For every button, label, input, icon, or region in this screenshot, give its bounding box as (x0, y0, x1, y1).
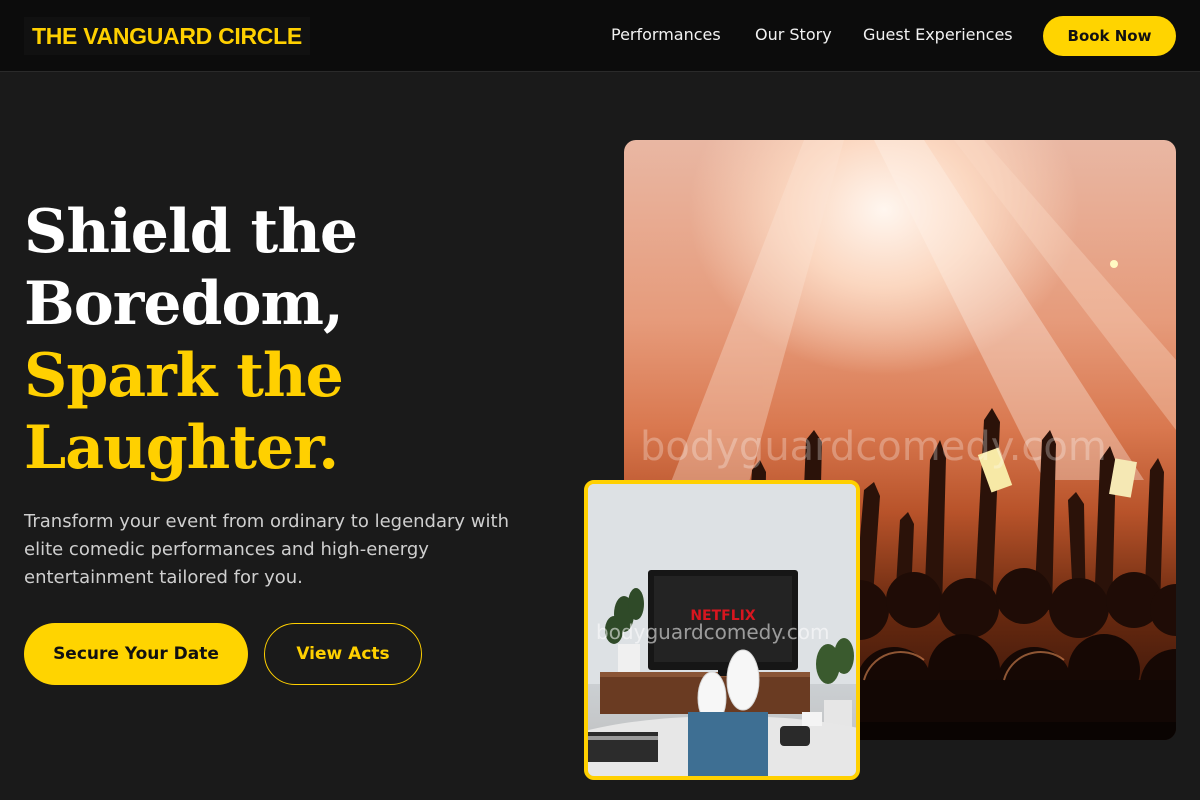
view-acts-button[interactable]: View Acts (264, 623, 422, 685)
hero-headline: Shield the Boredom, Spark the Laughter. (24, 196, 564, 484)
hero-subtext: Transform your event from ordinary to le… (24, 511, 509, 588)
inset-watermark: bodyguardcomedy.com (596, 620, 830, 644)
nav-link-performances[interactable]: Performances (611, 24, 721, 46)
headline-line-2: Boredom, (24, 269, 344, 339)
brand-logo[interactable]: THE VANGUARD CIRCLE (24, 17, 310, 55)
nav-link-guest-experiences[interactable]: Guest Experiences (863, 24, 1013, 46)
tv-lounge-image: NETFLIX bodyguardcomedy.com (584, 480, 860, 780)
book-now-button[interactable]: Book Now (1043, 16, 1176, 56)
headline-accent-line-2: Laughter. (24, 413, 339, 483)
nav-link-our-story[interactable]: Our Story (755, 24, 832, 46)
concert-watermark: bodyguardcomedy.com (640, 424, 1107, 470)
headline-accent-line-1: Spark the (24, 341, 344, 411)
site-header: THE VANGUARD CIRCLE Performances Our Sto… (0, 0, 1200, 72)
secure-your-date-button[interactable]: Secure Your Date (24, 623, 248, 685)
headline-line-1: Shield the (24, 197, 358, 267)
